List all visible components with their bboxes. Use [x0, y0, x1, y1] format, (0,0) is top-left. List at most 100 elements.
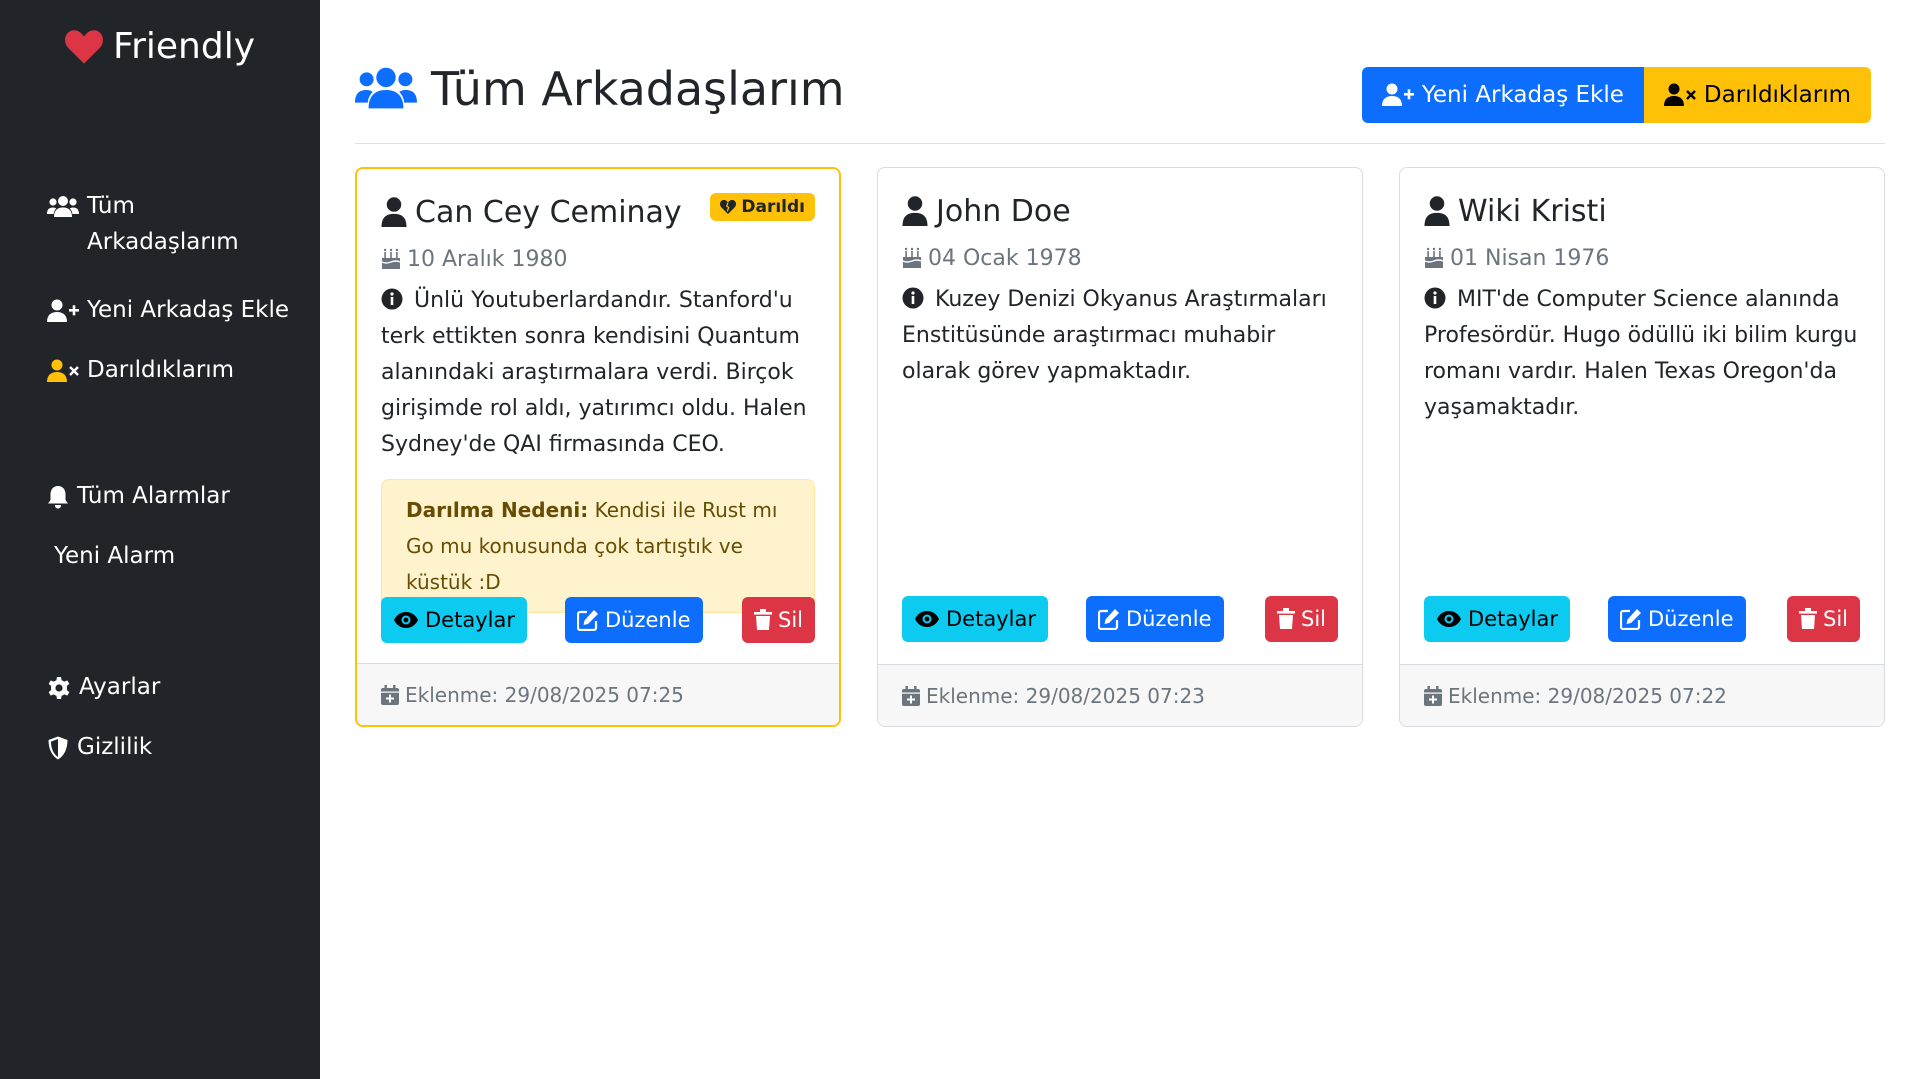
info-circle-icon [381, 288, 403, 310]
eye-icon [1437, 611, 1461, 627]
friend-cards: Can Cey Ceminay Darıldı 10 Aralık 1980 Ü… [355, 167, 1885, 727]
details-button-label: Detaylar [425, 608, 515, 632]
user-icon [902, 196, 928, 226]
card-actions: Detaylar Düzenle Sil [381, 597, 815, 643]
sidebar-item-sulked[interactable]: Darıldıklarım [47, 352, 234, 388]
users-icon [47, 196, 79, 217]
shield-icon [48, 736, 68, 760]
added-date: Eklenme: 29/08/2025 07:23 [926, 683, 1205, 708]
delete-button[interactable]: Sil [1265, 596, 1338, 642]
description-text: Ünlü Youtuberlardandır. Stanford'u terk … [381, 288, 807, 457]
sidebar-item-label: Tüm Arkadaşlarım [87, 193, 239, 255]
add-friend-button-label: Yeni Arkadaş Ekle [1421, 82, 1624, 108]
status-badge-label: Darıldı [741, 197, 805, 217]
sidebar: Friendly Tüm Arkadaşlarım Yeni Arkadaş E… [0, 0, 320, 1079]
users-icon [355, 67, 417, 109]
info-circle-icon [902, 287, 924, 309]
sidebar-item-label: Yeni Arkadaş Ekle [87, 297, 290, 323]
card-body: Wiki Kristi 01 Nisan 1976 MIT'de Compute… [1424, 188, 1860, 426]
user-plus-icon [47, 299, 79, 322]
trash-icon [754, 609, 772, 630]
sulked-button-label: Darıldıklarım [1703, 82, 1851, 108]
details-button[interactable]: Detaylar [1424, 596, 1570, 642]
sidebar-item-label: Yeni Alarm [54, 543, 176, 569]
delete-button-label: Sil [1301, 607, 1326, 631]
card-footer: Eklenme: 29/08/2025 07:22 [1400, 664, 1884, 726]
description: MIT'de Computer Science alanında Profesö… [1424, 282, 1860, 426]
add-friend-button[interactable]: Yeni Arkadaş Ekle [1361, 67, 1644, 123]
calendar-plus-icon [1424, 685, 1442, 706]
info-circle-icon [1424, 287, 1446, 309]
birthday-text: 10 Aralık 1980 [407, 246, 568, 272]
sulked-button[interactable]: Darıldıklarım [1643, 67, 1871, 123]
sidebar-item-label: Ayarlar [79, 674, 161, 700]
brand-name: Friendly [112, 26, 255, 67]
added-date: Eklenme: 29/08/2025 07:25 [405, 682, 684, 707]
card-actions: Detaylar Düzenle Sil [902, 596, 1338, 642]
card-body: John Doe 04 Ocak 1978 Kuzey Denizi Okyan… [902, 188, 1338, 390]
user-xmark-icon [1663, 83, 1696, 106]
edit-icon [1098, 609, 1119, 630]
friend-card: Can Cey Ceminay Darıldı 10 Aralık 1980 Ü… [355, 167, 841, 727]
description-text: Kuzey Denizi Okyanus Araştırmaları Ensti… [902, 287, 1327, 384]
details-button-label: Detaylar [1468, 607, 1558, 631]
user-plus-icon [1381, 83, 1414, 106]
birthday-cake-icon [1424, 247, 1444, 268]
friend-card: Wiki Kristi 01 Nisan 1976 MIT'de Compute… [1399, 167, 1885, 727]
added-date: Eklenme: 29/08/2025 07:22 [1448, 683, 1727, 708]
status-badge: Darıldı [710, 193, 815, 221]
card-footer: Eklenme: 29/08/2025 07:25 [357, 663, 839, 725]
friend-name: Wiki Kristi [1424, 188, 1860, 234]
details-button-label: Detaylar [946, 607, 1036, 631]
user-xmark-icon [47, 359, 79, 382]
birthday: 10 Aralık 1980 [381, 239, 815, 279]
edit-icon [1620, 609, 1641, 630]
page-title-text: Tüm Arkadaşlarım [431, 62, 845, 116]
calendar-plus-icon [902, 685, 920, 706]
sidebar-item-add-friend[interactable]: Yeni Arkadaş Ekle [47, 292, 289, 328]
trash-icon [1799, 608, 1817, 629]
friend-name: John Doe [902, 188, 1338, 234]
edit-button[interactable]: Düzenle [565, 597, 703, 643]
birthday-cake-icon [381, 248, 401, 269]
edit-button-label: Düzenle [605, 608, 691, 632]
heart-crack-icon [720, 200, 737, 214]
page-header: Tüm Arkadaşlarım Yeni Arkadaş Ekle Darıl… [355, 62, 1885, 144]
eye-icon [915, 611, 939, 627]
description: Ünlü Youtuberlardandır. Stanford'u terk … [381, 283, 815, 463]
description: Kuzey Denizi Okyanus Araştırmaları Ensti… [902, 282, 1338, 390]
birthday-text: 04 Ocak 1978 [928, 245, 1082, 271]
trash-icon [1277, 608, 1295, 629]
sulk-reason-label: Darılma Nedeni: [406, 498, 589, 522]
friend-name-text: Wiki Kristi [1458, 193, 1607, 229]
eye-icon [394, 612, 418, 628]
delete-button-label: Sil [1823, 607, 1848, 631]
heart-icon [65, 29, 103, 64]
sidebar-item-label: Gizlilik [77, 734, 153, 760]
friend-name-text: John Doe [936, 193, 1071, 229]
birthday: 01 Nisan 1976 [1424, 238, 1860, 278]
header-button-group: Yeni Arkadaş Ekle Darıldıklarım [1361, 67, 1871, 123]
delete-button[interactable]: Sil [1787, 596, 1860, 642]
friend-name-text: Can Cey Ceminay [415, 194, 682, 230]
edit-button-label: Düzenle [1126, 607, 1212, 631]
brand-link[interactable]: Friendly [0, 26, 320, 67]
page-title: Tüm Arkadaşlarım [355, 62, 845, 116]
sidebar-item-all-friends[interactable]: Tüm Arkadaşlarım [47, 188, 239, 260]
sidebar-item-privacy[interactable]: Gizlilik [47, 729, 152, 765]
details-button[interactable]: Detaylar [902, 596, 1048, 642]
gear-icon [48, 677, 70, 699]
edit-button[interactable]: Düzenle [1608, 596, 1746, 642]
description-text: MIT'de Computer Science alanında Profesö… [1424, 287, 1858, 420]
friend-card: John Doe 04 Ocak 1978 Kuzey Denizi Okyan… [877, 167, 1363, 727]
edit-icon [577, 610, 598, 631]
details-button[interactable]: Detaylar [381, 597, 527, 643]
card-actions: Detaylar Düzenle Sil [1424, 596, 1860, 642]
delete-button[interactable]: Sil [742, 597, 815, 643]
card-body: Can Cey Ceminay Darıldı 10 Aralık 1980 Ü… [381, 189, 815, 613]
sidebar-item-settings[interactable]: Ayarlar [47, 669, 160, 705]
sulk-reason-alert: Darılma Nedeni: Kendisi ile Rust mı Go m… [381, 479, 815, 613]
sidebar-item-all-alarms[interactable]: Tüm Alarmlar [47, 478, 230, 514]
edit-button[interactable]: Düzenle [1086, 596, 1224, 642]
sidebar-item-new-alarm[interactable]: Yeni Alarm [54, 538, 175, 574]
